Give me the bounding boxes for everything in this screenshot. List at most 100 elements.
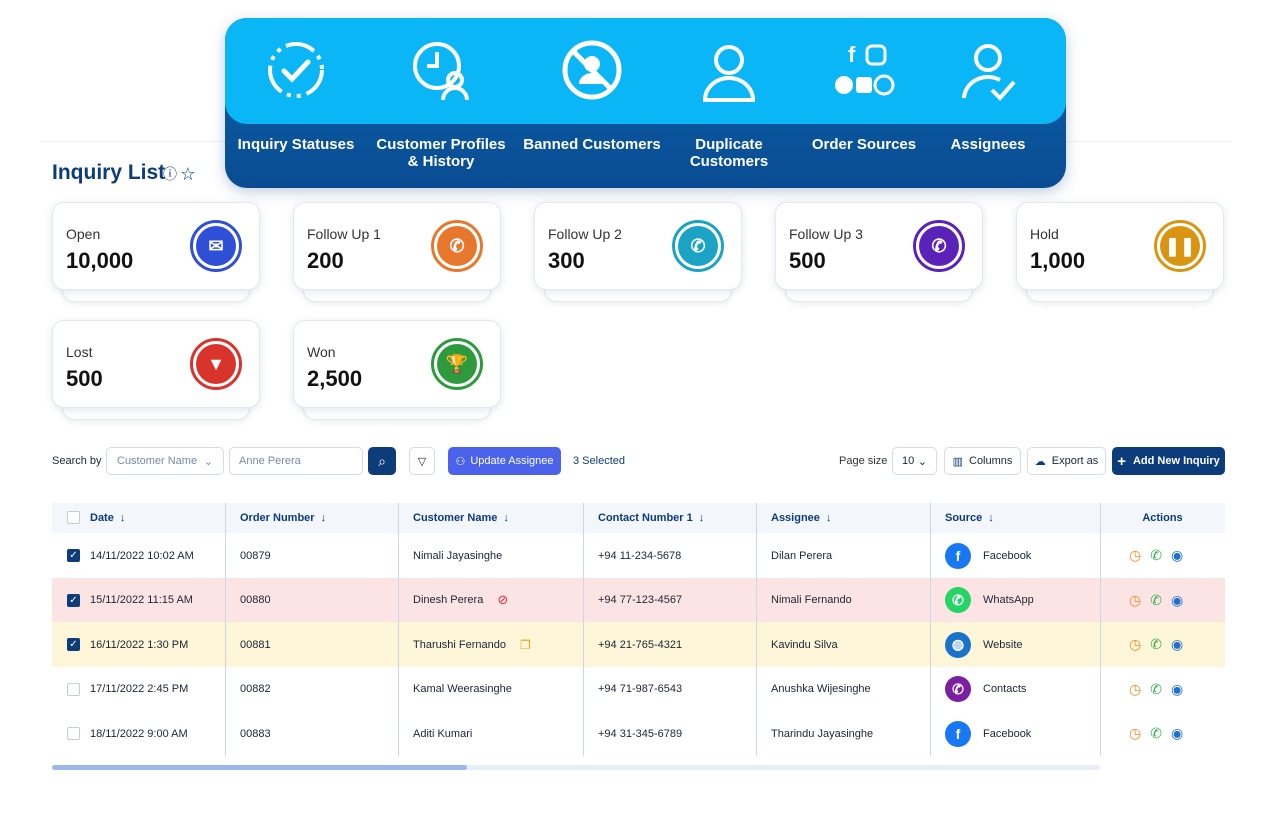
status-card[interactable]: Open 10,000 ✉: [52, 202, 260, 302]
status-card[interactable]: Follow Up 3 500 ✆: [775, 202, 983, 302]
column-header[interactable]: Actions: [1100, 503, 1225, 533]
clock-icon[interactable]: ◷: [1129, 636, 1141, 653]
chevron-down-icon: ⌄: [917, 455, 927, 468]
eye-icon[interactable]: ◉: [1171, 592, 1183, 609]
status-card[interactable]: Lost 500 ▼: [52, 320, 260, 420]
order-cell: 00883: [240, 727, 271, 740]
assignee-cell: Kavindu Silva: [771, 638, 838, 651]
status-card[interactable]: Won 2,500 🏆: [293, 320, 501, 420]
phone-icon[interactable]: ✆: [1150, 636, 1162, 653]
filter-icon: ▽: [417, 455, 427, 468]
order-cell: 00881: [240, 638, 271, 651]
phone-icon[interactable]: ✆: [1150, 592, 1162, 609]
phone-ring-icon: ✆: [678, 226, 718, 266]
phone-icon[interactable]: ✆: [1150, 547, 1162, 564]
phone-icon[interactable]: ✆: [1150, 681, 1162, 698]
sort-arrow-icon: ↓: [119, 512, 126, 524]
clock-icon[interactable]: ◷: [1129, 725, 1141, 742]
status-card[interactable]: Hold 1,000 ❚❚: [1016, 202, 1224, 302]
clock-icon[interactable]: ◷: [1129, 681, 1141, 698]
date-cell: 17/11/2022 2:45 PM: [90, 683, 189, 696]
star-icon[interactable]: ☆: [181, 166, 195, 182]
column-header[interactable]: Order Number ↓: [240, 503, 326, 533]
update-assignee-button[interactable]: ⚇ Update Assignee: [448, 447, 561, 475]
add-new-inquiry-button[interactable]: + Add New Inquiry: [1112, 447, 1225, 475]
page-title: Inquiry List: [52, 161, 166, 184]
eye-icon[interactable]: ◉: [1171, 725, 1183, 742]
contact-cell: +94 31-345-6789: [598, 727, 683, 740]
search-input[interactable]: [229, 447, 363, 475]
date-cell: 14/11/2022 10:02 AM: [90, 549, 194, 562]
row-checkbox[interactable]: ✓: [67, 638, 80, 652]
actions-cell: ◷ ✆ ◉: [1129, 711, 1183, 756]
table-row[interactable]: ✓ 15/11/2022 11:15 AM 00880 Dinesh Perer…: [52, 577, 1225, 623]
banner-item-1[interactable]: Customer Profiles & History: [371, 18, 511, 188]
export-button[interactable]: ☁ Export as: [1027, 447, 1106, 475]
assignee-cell: Tharindu Jayasinghe: [771, 727, 874, 740]
banner-item-0[interactable]: Inquiry Statuses: [226, 18, 366, 188]
sort-arrow-icon: ↓: [698, 512, 705, 524]
sort-arrow-icon: ↓: [988, 512, 994, 524]
search-icon: ⌕: [378, 452, 386, 469]
banner-item-2[interactable]: Banned Customers: [522, 18, 662, 188]
website-icon: ◍: [945, 631, 971, 658]
eye-icon[interactable]: ◉: [1171, 681, 1183, 698]
columns-icon: ▥: [952, 455, 963, 468]
trophy-icon: 🏆: [437, 344, 477, 384]
eye-icon[interactable]: ◉: [1171, 636, 1183, 653]
phone-icon[interactable]: ✆: [1150, 725, 1162, 742]
source-cell: f Facebook: [945, 533, 1031, 578]
banner-item-3[interactable]: Duplicate Customers: [659, 18, 799, 188]
phone-icon: ✆: [437, 226, 477, 266]
banner-item-5[interactable]: Assignees: [918, 18, 1058, 188]
filter-button[interactable]: ▽: [409, 447, 435, 475]
table-row[interactable]: 18/11/2022 9:00 AM 00883 Aditi Kumari +9…: [52, 711, 1225, 757]
assignee-cell: Nimali Fernando: [771, 594, 852, 607]
table-row[interactable]: 17/11/2022 2:45 PM 00882 Kamal Weerasing…: [52, 666, 1225, 712]
clock-icon[interactable]: ◷: [1129, 547, 1141, 564]
contact-cell: +94 77-123-4567: [598, 594, 683, 607]
columns-button[interactable]: ▥ Columns: [944, 447, 1021, 475]
scrollbar-thumb[interactable]: [52, 765, 467, 770]
plus-icon: +: [1117, 452, 1126, 470]
search-by-label: Search by: [52, 455, 102, 467]
page-size-select[interactable]: 10 ⌄: [892, 447, 937, 475]
clock-icon[interactable]: ◷: [1129, 592, 1141, 609]
column-header[interactable]: Assignee ↓: [771, 503, 831, 533]
triangle-down-icon: ▼: [196, 344, 236, 384]
actions-cell: ◷ ✆ ◉: [1129, 622, 1183, 667]
social-sources-icon: f: [835, 42, 895, 96]
source-cell: ◍ Website: [945, 622, 1023, 667]
row-checkbox[interactable]: ✓: [67, 593, 80, 607]
facebook-icon: f: [945, 542, 971, 569]
banner-item-4[interactable]: f Order Sources: [794, 18, 934, 188]
chevron-down-icon: ⌄: [203, 455, 213, 468]
column-header[interactable]: Contact Number 1 ↓: [598, 503, 704, 533]
banned-icon: ⊘: [497, 592, 509, 608]
facebook-icon: f: [945, 720, 971, 747]
eye-icon[interactable]: ◉: [1171, 547, 1183, 564]
column-header[interactable]: Date ↓: [90, 503, 125, 533]
search-field-select[interactable]: Customer Name ⌄: [106, 447, 224, 475]
customer-cell: Tharushi Fernando ❐: [413, 637, 531, 652]
user-edit-icon: ⚇: [455, 455, 466, 468]
column-header[interactable]: Customer Name ↓: [413, 503, 509, 533]
cloud-download-icon: ☁: [1034, 455, 1046, 468]
row-checkbox[interactable]: [67, 682, 80, 696]
row-checkbox[interactable]: [67, 727, 80, 741]
table-row[interactable]: ✓ 16/11/2022 1:30 PM 00881 Tharushi Fern…: [52, 622, 1225, 668]
row-checkbox[interactable]: ✓: [67, 549, 80, 562]
table-row[interactable]: ✓ 14/11/2022 10:02 AM 00879 Nimali Jayas…: [52, 533, 1225, 578]
customer-history-icon: [413, 42, 469, 101]
info-icon[interactable]: ⓘ: [163, 166, 177, 182]
column-header[interactable]: Source ↓: [945, 503, 994, 533]
status-card[interactable]: Follow Up 1 200 ✆: [293, 202, 501, 302]
select-all-checkbox[interactable]: [67, 511, 80, 524]
customer-cell: Kamal Weerasinghe: [413, 683, 512, 696]
status-card[interactable]: Follow Up 2 300 ✆: [534, 202, 742, 302]
horizontal-scrollbar[interactable]: [52, 765, 1100, 770]
pause-icon: ❚❚: [1160, 226, 1200, 266]
phone-ring-icon: ✆: [919, 226, 959, 266]
search-button[interactable]: ⌕: [368, 447, 396, 475]
contact-cell: +94 11-234-5678: [598, 549, 682, 562]
